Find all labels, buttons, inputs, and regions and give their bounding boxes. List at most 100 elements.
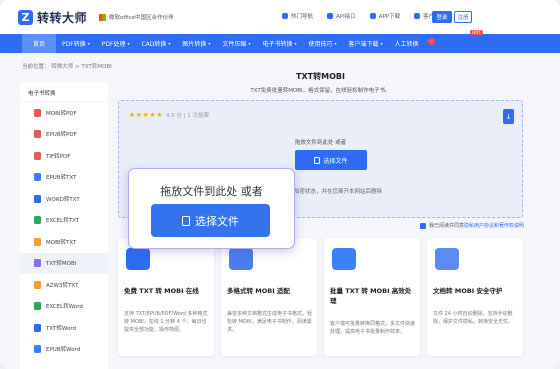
sidebar-item-label: MOBI转TXT	[46, 239, 77, 246]
api-link[interactable]: API接口	[327, 12, 356, 20]
hot-nav-link[interactable]: 热门导航	[282, 12, 313, 20]
nav-cad-convert[interactable]: CAD转换 ▾	[135, 34, 176, 53]
site-logo[interactable]: Z 转转大师	[18, 9, 87, 26]
chevron-down-icon: ▾	[127, 41, 130, 46]
sidebar-item-label: EPUB转TXT	[46, 175, 77, 182]
partner-badge: 微软office中国区合作伙伴	[99, 13, 174, 21]
feature-card-title: 多格式转 MOBI 适配	[227, 287, 290, 295]
top-header: Z 转转大师 微软office中国区合作伙伴 热门导航 API接口 APP下载 …	[0, 0, 560, 34]
popup-hint: 拖放文件到此处 或者	[160, 185, 263, 198]
upload-popup[interactable]: 拖放文件到此处 或者 选择文件	[128, 168, 295, 249]
phone-icon	[369, 13, 376, 19]
feature-card: 文档转 MOBI 安全守护 文件 24 小时自动删除，支持手动删除，保护文件隐私…	[427, 238, 523, 356]
main-nav: 首页 PDF转换 ▾ PDF处理 ▾ CAD转换 ▾ 图片转换 ▾ 文件压缩 ▾ 电子书转…	[0, 30, 560, 53]
agree-text: 我已阅读并同意	[429, 223, 465, 229]
star-icon: ★	[135, 111, 143, 119]
sidebar-item-label: EPUB转Word	[46, 347, 81, 354]
popup-select-file-button[interactable]: 选择文件	[151, 204, 270, 237]
file-type-icon	[34, 108, 41, 117]
feature-card-title: 文档转 MOBI 安全守护	[433, 287, 503, 295]
file-type-icon	[34, 302, 41, 311]
nav-label: 文件压缩	[222, 41, 247, 48]
nav-label: 客户端下载	[348, 41, 379, 48]
sidebar-item[interactable]: TIF转PDF	[20, 145, 108, 167]
sidebar-item[interactable]: TXT转Word	[20, 317, 108, 339]
sidebar-item-label: MOBI转PDF	[46, 110, 77, 117]
monitor-icon	[414, 13, 421, 19]
feature-card: 免费 TXT 转 MOBI 在线 支持 TXT/EPUB/PDF/Word 多种…	[118, 238, 214, 356]
sidebar-item[interactable]: WORD转TXT	[20, 188, 108, 210]
api-icon	[327, 13, 334, 19]
notification-dot-icon	[428, 38, 435, 45]
agreement-link[interactable]: 隐私用户协议和著作权说明	[464, 222, 524, 229]
sidebar-item[interactable]: TXT转MOBI	[20, 252, 108, 274]
security-shield-icon	[435, 248, 459, 270]
logo-text: 转转大师	[37, 10, 88, 25]
sidebar-item[interactable]: EXCEL转TXT	[20, 210, 108, 232]
star-icon: ★	[156, 111, 163, 119]
sidebar-item[interactable]: AZW3转TXT	[20, 274, 108, 296]
chevron-down-icon: ▾	[380, 41, 383, 46]
file-type-icon	[34, 280, 41, 289]
microsoft-icon	[99, 13, 107, 21]
nav-manual-convert[interactable]: 人工转换	[389, 34, 425, 53]
register-button[interactable]: 注册	[454, 11, 472, 23]
app-download-link[interactable]: APP下载	[369, 12, 401, 20]
sidebar-item-label: EXCEL转TXT	[46, 218, 80, 225]
sidebar-item-label: WORD转TXT	[46, 196, 80, 203]
chevron-down-icon: ▾	[208, 41, 211, 46]
nav-pdf-process[interactable]: PDF处理 ▾	[96, 34, 136, 53]
nav-home[interactable]: 首页	[22, 34, 57, 53]
sidebar-item-label: EPUB转PDF	[46, 132, 77, 139]
app-frame: Z 转转大师 微软office中国区合作伙伴 热门导航 API接口 APP下载 …	[0, 0, 560, 369]
select-file-label: 选择文件	[323, 157, 348, 165]
file-icon	[182, 215, 190, 226]
star-icon: ★	[142, 111, 149, 119]
sidebar-item[interactable]: EPUB转TXT	[20, 167, 108, 189]
nav-compress[interactable]: 文件压缩 ▾	[216, 34, 256, 53]
nav-label: 人工转换	[394, 41, 419, 48]
top-links: 热门导航 API接口 APP下载 客户端	[282, 12, 454, 20]
nav-tips[interactable]: 使用技巧 ▾	[302, 34, 342, 53]
partner-text: 微软office中国区合作伙伴	[109, 15, 174, 21]
batch-process-icon	[332, 248, 356, 270]
file-type-icon	[34, 216, 41, 225]
nav-pdf-convert[interactable]: PDF转换 ▾	[56, 34, 96, 53]
nav-image-convert[interactable]: 图片转换 ▾	[176, 34, 216, 53]
login-button[interactable]: 登录	[432, 11, 452, 23]
drop-hint: 拖放文件到此处 或者	[294, 140, 347, 146]
feature-card: 多格式转 MOBI 适配 兼容多种文档格式生成电子书格式，轻松转 MOBI，满足…	[221, 238, 317, 356]
sidebar-heading: 电子书转换	[20, 82, 108, 102]
app-download-label: APP下载	[378, 14, 401, 20]
download-icon[interactable]: ↓	[503, 109, 514, 124]
select-file-button[interactable]: 选择文件	[295, 150, 367, 170]
chevron-down-icon: ▾	[334, 41, 337, 46]
nav-label: 图片转换	[182, 41, 207, 48]
sidebar-item[interactable]: MOBI转PDF	[20, 102, 108, 124]
chevron-down-icon: ▾	[294, 41, 297, 46]
feature-card-desc: 支持 TXT/EPUB/PDF/Word 多种格式转 MOBI，在线 1 分钟 …	[124, 311, 208, 333]
free-convert-icon	[126, 248, 150, 270]
file-type-icon	[34, 151, 41, 160]
sidebar-item[interactable]: EPUB转Word	[20, 339, 108, 361]
page-title: TXT转MOBI	[296, 72, 345, 81]
feature-card-desc: 兼容多种文档格式生成电子书格式，轻松转 MOBI，满足电子书制作、阅读需求。	[227, 311, 313, 333]
star-icon: ★	[149, 111, 156, 119]
nav-client-download[interactable]: 客户端下载 ▾	[343, 34, 389, 53]
nav-ebook-convert[interactable]: 电子书转换 ▾	[256, 34, 302, 53]
agree-checkbox[interactable]	[420, 222, 426, 229]
file-type-icon	[34, 345, 41, 354]
sidebar-list: MOBI转PDF EPUB转PDF TIF转PDF EPUB转TXT WORD转TXT E…	[20, 102, 108, 360]
feature-card-desc: 客户端可批量转换同格式，多文件快速处理，提高电子书批量制作效率。	[330, 321, 416, 335]
agreement[interactable]: 我已阅读并同意 隐私用户协议和著作权说明	[420, 222, 524, 229]
file-icon	[314, 156, 321, 164]
sidebar-item[interactable]: MOBI转TXT	[20, 231, 108, 253]
file-type-icon	[34, 173, 41, 182]
sidebar-item[interactable]: EXCEL转Word	[20, 296, 108, 318]
sidebar-item[interactable]: EPUB转PDF	[20, 124, 108, 146]
feature-card-title: 免费 TXT 转 MOBI 在线	[124, 287, 199, 295]
feature-card-title: 批量 TXT 转 MOBI 高效处理	[330, 287, 412, 305]
popup-select-file-label: 选择文件	[195, 214, 239, 228]
nav-label: CAD转换	[141, 41, 167, 48]
hot-nav-label: 热门导航	[291, 14, 314, 20]
